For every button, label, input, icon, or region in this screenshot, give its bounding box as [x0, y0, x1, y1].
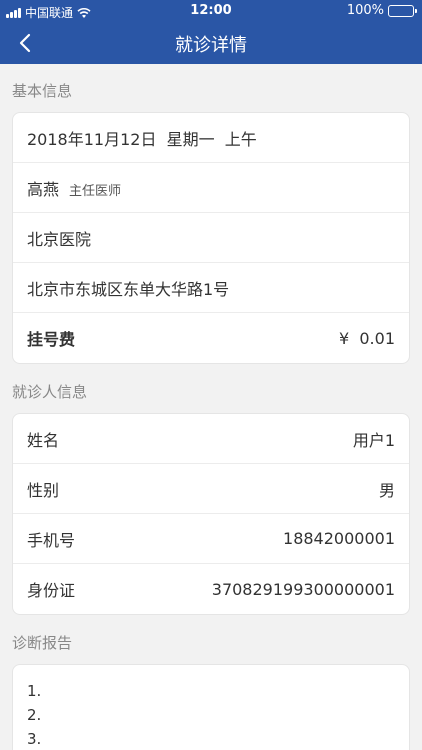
- basic-info-card: 2018年11月12日 星期一 上午 高燕 主任医师 北京医院 北京市东城区东单大…: [12, 112, 410, 364]
- row-value: 男: [378, 480, 395, 500]
- hospital-row: 北京医院: [13, 213, 409, 263]
- diagnosis-card: 1. 2. 3.: [12, 664, 410, 750]
- navbar: 就诊详情: [0, 22, 422, 64]
- address-row: 北京市东城区东单大华路1号: [13, 263, 409, 313]
- row-label: 性别: [27, 480, 60, 500]
- patient-phone-row: 手机号 18842000001: [13, 514, 409, 564]
- row-label: 身份证: [27, 581, 76, 600]
- diagnosis-item: 1.: [27, 682, 42, 700]
- section-title-basic: 基本信息: [12, 82, 73, 100]
- status-right: 100%: [346, 3, 417, 18]
- battery-percent: 100%: [346, 3, 384, 18]
- section-title-patient: 就诊人信息: [12, 383, 88, 401]
- header: 中国联通 12:00 100% 就诊详情: [0, 0, 422, 64]
- fee-row: 挂号费 ¥ 0.01: [13, 313, 409, 363]
- diagnosis-report: 1. 2. 3.: [13, 665, 409, 750]
- fee-value: ¥ 0.01: [339, 328, 395, 348]
- patient-gender-row: 性别 男: [13, 464, 409, 514]
- row-value: 18842000001: [283, 529, 395, 548]
- visit-date-row: 2018年11月12日 星期一 上午: [13, 113, 409, 163]
- section-title-diagnosis: 诊断报告: [12, 634, 73, 652]
- doctor-row: 高燕 主任医师: [13, 163, 409, 213]
- battery-icon: [388, 4, 417, 17]
- hospital-name: 北京医院: [27, 229, 92, 249]
- row-label: 手机号: [27, 530, 76, 550]
- fee-label: 挂号费: [27, 330, 76, 349]
- patient-name-row: 姓名 用户1: [13, 414, 409, 464]
- doctor-name: 高燕: [27, 179, 60, 199]
- diagnosis-item: 2.: [27, 706, 42, 724]
- row-value: 用户1: [352, 430, 395, 450]
- row-label: 姓名: [27, 430, 60, 450]
- doctor-info: 高燕 主任医师: [27, 176, 121, 200]
- page-title: 就诊详情: [175, 35, 247, 56]
- visit-date: 2018年11月12日 星期一 上午: [27, 129, 257, 149]
- patient-id-row: 身份证 370829199300000001: [13, 564, 409, 614]
- hospital-address: 北京市东城区东单大华路1号: [27, 279, 230, 299]
- diagnosis-item: 3.: [27, 730, 42, 748]
- row-value: 370829199300000001: [211, 579, 395, 599]
- doctor-title: 主任医师: [69, 183, 122, 199]
- patient-info-card: 姓名 用户1 性别 男 手机号 18842000001 身份证 37082919…: [12, 413, 410, 615]
- status-bar: 中国联通 12:00 100%: [0, 0, 422, 22]
